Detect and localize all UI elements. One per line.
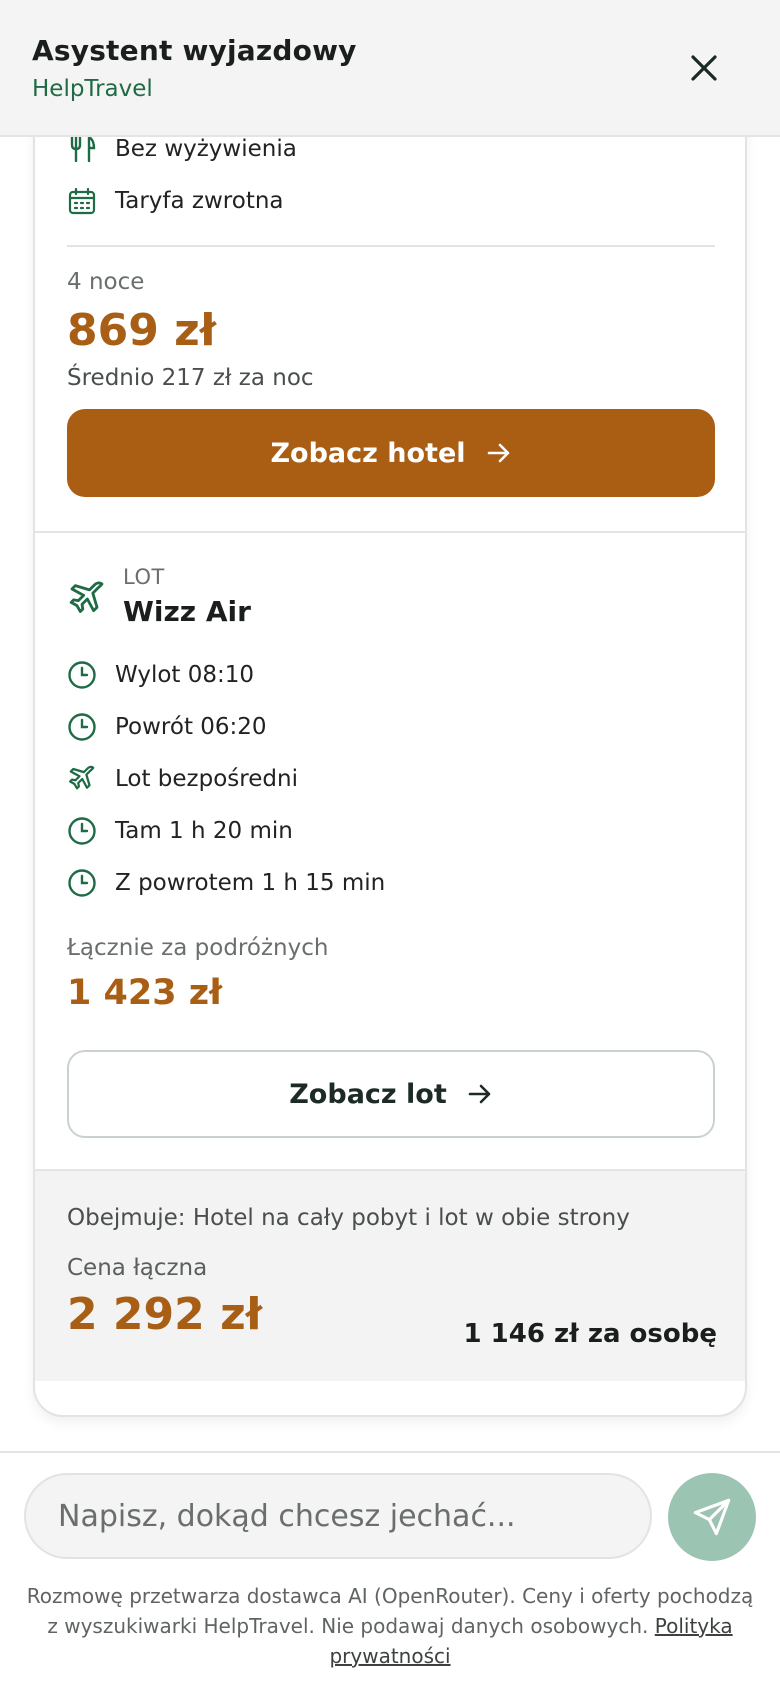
flight-detail-return-duration: Z powrotem 1 h 15 min	[67, 865, 385, 901]
summary-per-person-price: 1 146 zł za osobę	[463, 1319, 717, 1349]
header-subtitle: HelpTravel	[32, 76, 153, 102]
hotel-avg-price: Średnio 217 zł za noc	[67, 365, 314, 391]
view-hotel-button[interactable]: Zobacz hotel	[67, 409, 715, 497]
flight-detail-label: Wylot 08:10	[115, 662, 255, 688]
summary-includes: Obejmuje: Hotel na cały pobyt i lot w ob…	[67, 1205, 630, 1231]
hotel-nights-label: 4 noce	[67, 269, 145, 295]
hotel-feature-label: Bez wyżywienia	[115, 137, 297, 162]
flight-detail-label: Tam 1 h 20 min	[115, 818, 293, 844]
arrow-right-icon	[486, 440, 512, 466]
close-icon	[691, 55, 717, 81]
view-flight-button[interactable]: Zobacz lot	[67, 1050, 715, 1138]
flight-total-label: Łącznie za podróżnych	[67, 935, 329, 961]
flight-kicker: LOT	[123, 565, 165, 589]
summary-total-price: 2 292 zł	[67, 1289, 263, 1340]
hotel-feature-refund: Taryfa zwrotna	[67, 183, 284, 219]
clock-icon	[67, 712, 97, 742]
disclaimer-text: Rozmowę przetwarza dostawca AI (OpenRout…	[26, 1584, 754, 1638]
chat-composer: Rozmowę przetwarza dostawca AI (OpenRout…	[0, 1451, 780, 1688]
chat-message-input[interactable]	[24, 1473, 652, 1559]
hotel-feature-board: Bez wyżywienia	[67, 137, 297, 167]
flight-total-price: 1 423 zł	[67, 973, 223, 1013]
clock-icon	[67, 660, 97, 690]
arrow-right-icon	[467, 1081, 493, 1107]
divider	[67, 245, 715, 247]
flight-detail-departure: Wylot 08:10	[67, 657, 254, 693]
privacy-disclaimer: Rozmowę przetwarza dostawca AI (OpenRout…	[20, 1581, 760, 1671]
summary-total-label: Cena łączna	[67, 1255, 208, 1281]
view-flight-button-label: Zobacz lot	[289, 1078, 447, 1110]
flight-airline: Wizz Air	[123, 595, 251, 628]
trip-summary: Obejmuje: Hotel na cały pobyt i lot w ob…	[35, 1169, 745, 1381]
send-button[interactable]	[668, 1473, 756, 1561]
trip-offer-card: Bez wyżywienia Taryfa zwrotna 4 noce 869…	[33, 137, 747, 1417]
flight-detail-return: Powrót 06:20	[67, 709, 267, 745]
section-separator	[35, 531, 745, 533]
plane-icon	[67, 579, 107, 619]
plane-icon	[67, 764, 97, 794]
flight-detail-label: Z powrotem 1 h 15 min	[115, 870, 386, 896]
flight-detail-direct: Lot bezpośredni	[67, 761, 298, 797]
view-hotel-button-label: Zobacz hotel	[270, 437, 466, 469]
close-button[interactable]	[680, 44, 728, 92]
flight-detail-label: Lot bezpośredni	[115, 766, 298, 792]
flight-header: LOT Wizz Air	[67, 565, 251, 628]
clock-icon	[67, 868, 97, 898]
flight-detail-label: Powrót 06:20	[115, 714, 267, 740]
hotel-price: 869 zł	[67, 305, 217, 356]
chat-header: Asystent wyjazdowy HelpTravel	[0, 0, 780, 137]
fork-knife-icon	[67, 137, 97, 164]
send-icon	[693, 1498, 731, 1536]
chat-scroll-area[interactable]: Bez wyżywienia Taryfa zwrotna 4 noce 869…	[0, 137, 780, 1451]
hotel-feature-label: Taryfa zwrotna	[115, 188, 284, 214]
clock-icon	[67, 816, 97, 846]
flight-detail-outbound-duration: Tam 1 h 20 min	[67, 813, 293, 849]
header-title: Asystent wyjazdowy	[32, 34, 357, 67]
calendar-icon	[67, 186, 97, 216]
